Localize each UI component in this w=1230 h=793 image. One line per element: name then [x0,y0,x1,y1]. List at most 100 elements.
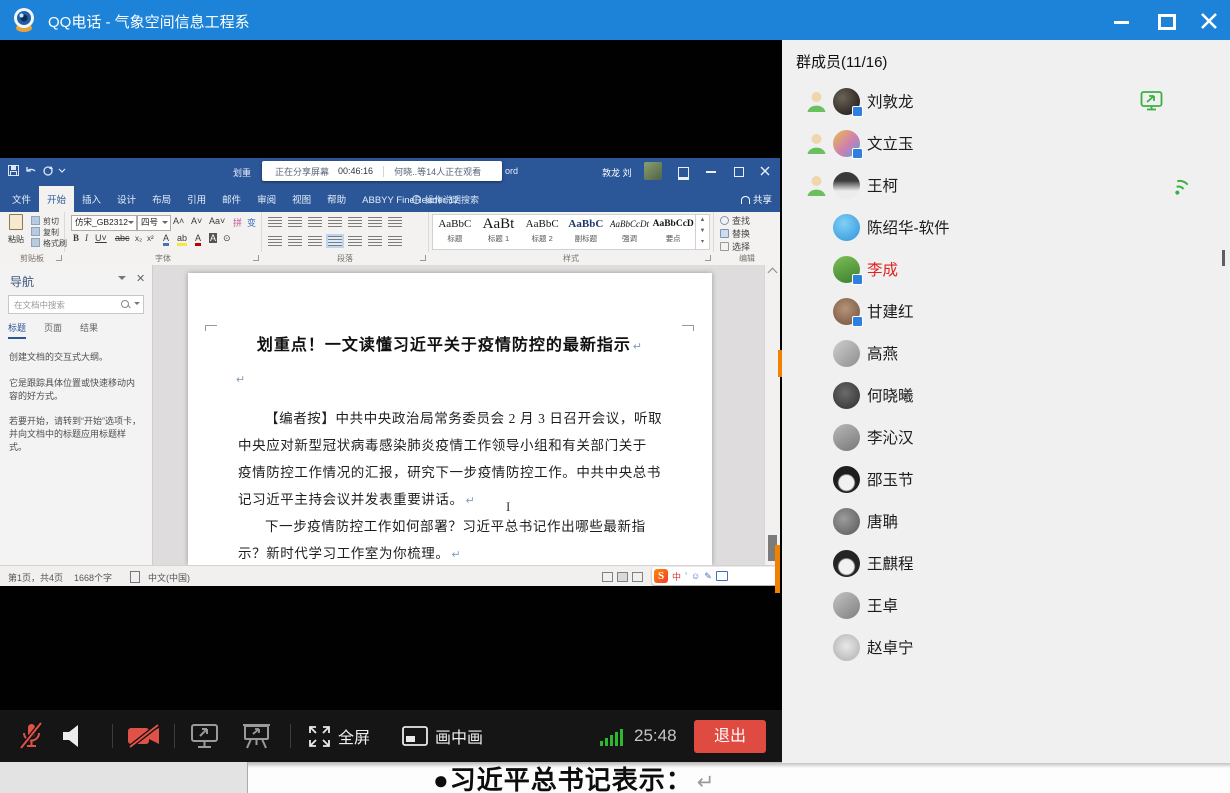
paragraph-launcher-icon[interactable] [420,255,426,261]
tell-me-search[interactable]: 操作说明搜索 [412,193,479,206]
styles-gallery-scroll[interactable]: ▲▼▾ [696,214,710,250]
bullets-icon[interactable] [268,217,282,227]
ribbon-display-options-icon[interactable] [670,158,696,185]
underline-button[interactable]: U˅ [95,233,107,243]
member-row[interactable]: 李沁汉 [782,416,1230,458]
phonetic-guide-icon[interactable]: 拼 [233,216,242,229]
screen-share-button[interactable] [190,710,220,762]
line-spacing-icon[interactable] [348,236,362,246]
member-row[interactable]: 王卓 [782,584,1230,626]
nav-tab[interactable]: 标题 [8,321,26,339]
keyboard-icon[interactable] [716,571,728,581]
language-indicator[interactable]: 中文(中国) [148,571,190,584]
member-row[interactable]: 刘敦龙 [782,80,1230,122]
fullscreen-button[interactable]: 全屏 [308,710,370,762]
style-item[interactable]: AaBbC 标题 2 [520,215,564,249]
undo-icon[interactable] [25,165,37,178]
nav-search-input[interactable] [12,297,114,312]
nav-close-icon[interactable]: ✕ [136,272,145,285]
ribbon-tab[interactable]: 审阅 [249,186,284,212]
decrease-indent-icon[interactable] [328,217,342,227]
italic-button[interactable]: I [85,233,88,243]
member-row[interactable]: 李成 [782,248,1230,290]
ribbon-tab[interactable]: 视图 [284,186,319,212]
justify-icon[interactable] [328,236,342,246]
member-row[interactable]: 王柯 [782,164,1230,206]
styles-launcher-icon[interactable] [705,255,711,261]
style-item[interactable]: AaBbCcDt 强调 [608,215,652,249]
member-row[interactable]: 文立玉 [782,122,1230,164]
ribbon-tab[interactable]: 插入 [74,186,109,212]
chinese-mode-icon[interactable]: 中 [672,570,681,583]
font-color-button[interactable]: A [195,233,201,246]
document-page[interactable]: 划重点！一文读懂习近平关于疫情防控的最新指示 ↵ 【编者按】中共中央政治局常务委… [188,273,712,565]
word-count[interactable]: 1668个字 [74,571,112,584]
nav-tab[interactable]: 结果 [80,321,98,339]
char-scale-icon[interactable]: 变 [247,216,256,229]
enclose-char-icon[interactable]: ⊙ [223,233,231,244]
print-layout-icon[interactable] [617,572,628,582]
nav-search-box[interactable] [8,295,144,314]
speaker-button[interactable] [58,710,88,762]
clipboard-launcher-icon[interactable] [56,255,62,261]
paste-button[interactable]: 粘贴 [4,214,28,244]
align-right-icon[interactable] [308,236,322,246]
minimize-button[interactable] [1104,10,1138,32]
strikethrough-button[interactable]: abc [115,233,130,243]
microphone-muted-button[interactable] [16,710,46,762]
numbering-icon[interactable] [288,217,302,227]
member-row[interactable]: 高燕 [782,332,1230,374]
member-row[interactable]: 赵卓宁 [782,626,1230,668]
multilevel-list-icon[interactable] [308,217,322,227]
editing-item[interactable]: 替换 [720,227,750,240]
close-button[interactable] [1192,9,1226,33]
search-options-caret-icon[interactable] [134,302,140,308]
scroll-up-icon[interactable] [768,268,778,278]
shading-icon[interactable] [368,236,382,246]
clipboard-item[interactable]: 复制 [31,227,67,238]
web-layout-icon[interactable] [632,572,643,582]
superscript-button[interactable]: x² [147,234,154,243]
member-row[interactable]: 陈绍华-软件 [782,206,1230,248]
member-row[interactable]: 唐聃 [782,500,1230,542]
sogou-logo-icon[interactable]: S [654,569,668,583]
pip-button[interactable]: 画中画 [402,710,483,762]
style-item[interactable]: AaBbCcD 要点 [651,215,695,249]
word-minimize-button[interactable] [698,158,724,185]
quick-access-caret-icon[interactable] [58,165,66,177]
word-share-button[interactable]: 共享 [741,192,772,206]
subscript-button[interactable]: x₂ [135,234,142,243]
grow-font-icon[interactable]: A˄ [173,216,184,226]
increase-indent-icon[interactable] [348,217,362,227]
page-indicator[interactable]: 第1页，共4页 [8,571,63,584]
pen-icon[interactable]: ✎ [704,571,712,582]
clipboard-item[interactable]: 剪切 [31,216,67,227]
ribbon-tab[interactable]: 帮助 [319,186,354,212]
word-account-avatar[interactable] [644,162,662,180]
shrink-font-icon[interactable]: A˅ [191,216,202,226]
change-case-icon[interactable]: Aa˅ [209,216,225,226]
borders-icon[interactable] [388,236,402,246]
align-left-icon[interactable] [268,236,282,246]
style-item[interactable]: AaBbC 副标题 [564,215,608,249]
nav-options-caret-icon[interactable] [118,276,126,284]
member-row[interactable]: 何晓曦 [782,374,1230,416]
text-effects-icon[interactable]: A [163,233,169,246]
word-close-button[interactable] [752,158,778,185]
proofing-icon[interactable] [130,571,140,583]
redo-icon[interactable] [42,165,54,178]
char-shading-icon[interactable]: A [209,233,217,243]
clipboard-item[interactable]: 格式刷 [31,238,67,249]
highlight-color-button[interactable]: ab [177,233,187,246]
ribbon-tab[interactable]: 引用 [179,186,214,212]
exit-button[interactable]: 退出 [694,720,766,753]
ribbon-tab[interactable]: 邮件 [214,186,249,212]
whiteboard-share-button[interactable] [242,710,272,762]
nav-tab[interactable]: 页面 [44,321,62,339]
maximize-button[interactable] [1148,10,1182,32]
font-name-combo[interactable]: 仿宋_GB2312 [71,215,137,231]
input-method-toolbar[interactable]: S 中 ’ ☺ ✎ [652,567,779,585]
document-scrollbar[interactable] [764,265,780,565]
style-item[interactable]: AaBbC 标题 [433,215,477,249]
member-row[interactable]: 邵玉节 [782,458,1230,500]
